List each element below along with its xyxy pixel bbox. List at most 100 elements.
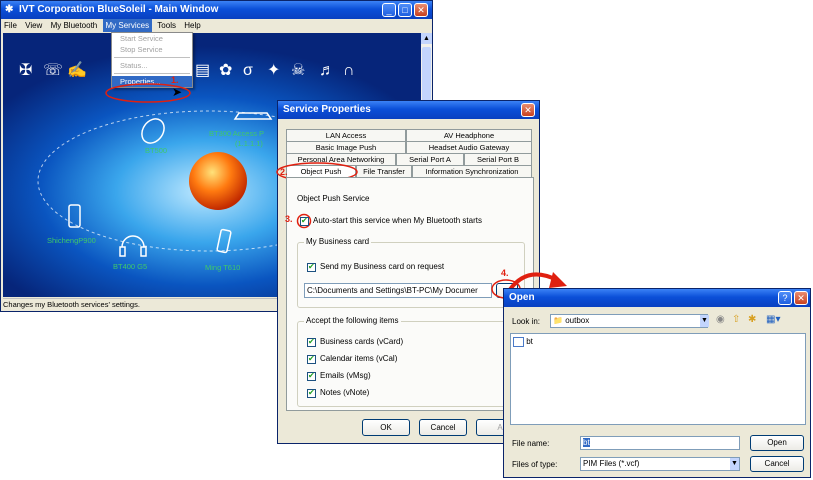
tab-av-headphone[interactable]: AV Headphone xyxy=(406,129,532,141)
audio-gateway-icon[interactable]: ♬ xyxy=(319,63,335,79)
view-menu-icon[interactable]: ▦▾ xyxy=(766,314,780,325)
device-label-bt500[interactable]: BT500 xyxy=(145,146,167,155)
back-icon[interactable]: ◉ xyxy=(716,314,725,325)
autostart-label: Auto-start this service when My Bluetoot… xyxy=(313,216,482,225)
send-card-checkbox[interactable] xyxy=(307,262,316,272)
open-button[interactable]: Open xyxy=(750,435,804,451)
dialup-icon[interactable]: ☏ xyxy=(43,63,63,79)
tab-headset-audio-gateway[interactable]: Headset Audio Gateway xyxy=(406,141,532,153)
file-name-value: bt xyxy=(583,438,590,447)
menu-stop-service[interactable]: Stop Service xyxy=(112,44,192,55)
headphone-icon xyxy=(119,235,147,257)
step-1-label: 1. xyxy=(171,75,179,85)
object-push-icon[interactable]: ✦ xyxy=(267,63,280,79)
sync-icon[interactable]: σ xyxy=(243,63,253,79)
access-point-icon xyxy=(233,112,273,120)
menu-status[interactable]: Status... xyxy=(112,60,192,71)
files-of-type-select[interactable]: PIM Files (*.vcf) xyxy=(580,457,740,471)
menu-help[interactable]: Help xyxy=(181,19,203,32)
ok-button[interactable]: OK xyxy=(362,419,410,436)
business-card-group-label: My Business card xyxy=(304,237,372,246)
mobile-icon xyxy=(216,228,232,254)
accept-vnote-label: Notes (vNote) xyxy=(320,388,370,397)
vcf-file-icon xyxy=(513,337,524,347)
type-dropdown-arrow-icon[interactable]: ▼ xyxy=(730,458,739,470)
bluetooth-icon: ✱ xyxy=(5,4,14,15)
up-folder-icon[interactable]: ⇧ xyxy=(732,314,740,325)
tab-serial-port-a[interactable]: Serial Port A xyxy=(396,153,464,165)
folder-icon: 📁 xyxy=(553,316,563,325)
main-window-titlebar[interactable]: ✱ IVT Corporation BlueSoleil - Main Wind… xyxy=(1,1,432,19)
menu-start-service[interactable]: Start Service xyxy=(112,33,192,44)
file-list[interactable]: bt xyxy=(510,333,806,425)
mouse-icon xyxy=(141,118,165,144)
scroll-up-button[interactable]: ▲ xyxy=(421,33,432,44)
accept-vcal-checkbox[interactable] xyxy=(307,354,316,364)
file-item-label: bt xyxy=(526,337,533,347)
properties-highlight-ring xyxy=(105,83,191,103)
device-label-ming[interactable]: Ming T610 xyxy=(205,263,240,272)
close-button[interactable]: ✕ xyxy=(414,3,428,17)
open-dialog-titlebar[interactable]: Open xyxy=(504,289,810,307)
tab-information-sync[interactable]: Information Synchronization xyxy=(412,165,532,177)
local-device-sphere xyxy=(189,152,247,210)
print-icon[interactable]: ▤ xyxy=(195,63,210,79)
menu-divider xyxy=(114,73,190,74)
accept-vnote-checkbox[interactable] xyxy=(307,388,316,398)
look-in-value: outbox xyxy=(565,316,590,325)
file-name-input[interactable]: bt xyxy=(580,436,740,450)
accept-vcard-label: Business cards (vCard) xyxy=(320,337,404,346)
tab-basic-image-push[interactable]: Basic Image Push xyxy=(286,141,406,153)
card-path-field[interactable]: C:\Documents and Settings\BT-PC\My Docum… xyxy=(304,283,492,298)
accept-vmsg-checkbox[interactable] xyxy=(307,371,316,381)
new-folder-icon[interactable]: ✱ xyxy=(748,314,756,325)
menu-my-services[interactable]: My Services xyxy=(102,19,153,32)
send-card-label: Send my Business card on request xyxy=(320,262,445,271)
service-properties-dialog: Service Properties ✕ LAN Access AV Headp… xyxy=(276,100,540,444)
menu-file[interactable]: File xyxy=(1,19,20,32)
service-name-text: Object Push Service xyxy=(297,194,370,203)
open-cancel-button[interactable]: Cancel xyxy=(750,456,804,472)
headphone-service-icon[interactable]: ∩ xyxy=(343,63,355,79)
device-label-bt400[interactable]: BT400 G5 xyxy=(113,262,147,271)
device-label-shicheng[interactable]: ShichengP900 xyxy=(47,236,96,245)
close-button[interactable]: ✕ xyxy=(521,103,535,117)
device-label-bt300-ip: (1.1.1.1) xyxy=(235,139,263,148)
autostart-checkbox[interactable] xyxy=(300,216,309,226)
files-of-type-label: Files of type: xyxy=(512,460,558,469)
file-item[interactable]: bt xyxy=(513,337,533,347)
close-button[interactable]: ✕ xyxy=(794,291,808,305)
network-access-icon[interactable]: ✠ xyxy=(19,63,32,79)
accept-vcard-checkbox[interactable] xyxy=(307,337,316,347)
help-button[interactable]: ? xyxy=(778,291,792,305)
open-dialog: Open ? ✕ Look in: 📁 outbox ▼ ◉ ⇧ ✱ ▦▾ bt… xyxy=(503,288,811,478)
menu-divider xyxy=(114,57,190,58)
file-transfer-icon[interactable]: ✿ xyxy=(219,63,232,79)
my-services-menu: Start Service Stop Service Status... Pro… xyxy=(111,32,193,88)
cancel-button[interactable]: Cancel xyxy=(419,419,467,436)
fax-icon[interactable]: ✍ xyxy=(67,63,87,79)
cursor-icon: ➤ xyxy=(172,85,183,99)
dropdown-arrow-icon[interactable]: ▼ xyxy=(700,315,709,327)
main-window-title: IVT Corporation BlueSoleil - Main Window xyxy=(19,4,219,15)
menu-my-bluetooth[interactable]: My Bluetooth xyxy=(48,19,101,32)
menu-view[interactable]: View xyxy=(22,19,45,32)
tab-lan-access[interactable]: LAN Access xyxy=(286,129,406,141)
step-2-label: 2. xyxy=(280,167,288,177)
accept-items-group: Accept the following items Business card… xyxy=(297,316,525,407)
files-of-type-value: PIM Files (*.vcf) xyxy=(583,459,640,468)
file-name-label: File name: xyxy=(512,439,550,448)
maximize-button[interactable]: □ xyxy=(398,3,412,17)
open-dialog-title: Open xyxy=(509,292,535,303)
look-in-select[interactable]: 📁 outbox xyxy=(550,314,708,328)
service-properties-titlebar[interactable]: Service Properties xyxy=(278,101,539,119)
device-label-bt300[interactable]: BT300 Access P xyxy=(209,129,264,138)
minimize-button[interactable]: _ xyxy=(382,3,396,17)
menu-tools[interactable]: Tools xyxy=(154,19,179,32)
menu-bar: File View My Bluetooth My Services Tools… xyxy=(1,19,432,32)
tab-serial-port-b[interactable]: Serial Port B xyxy=(464,153,532,165)
step-3-label: 3. xyxy=(285,214,293,224)
serial-icon[interactable]: ☠ xyxy=(291,63,305,79)
accept-vcal-label: Calendar items (vCal) xyxy=(320,354,398,363)
service-properties-title: Service Properties xyxy=(283,104,371,115)
